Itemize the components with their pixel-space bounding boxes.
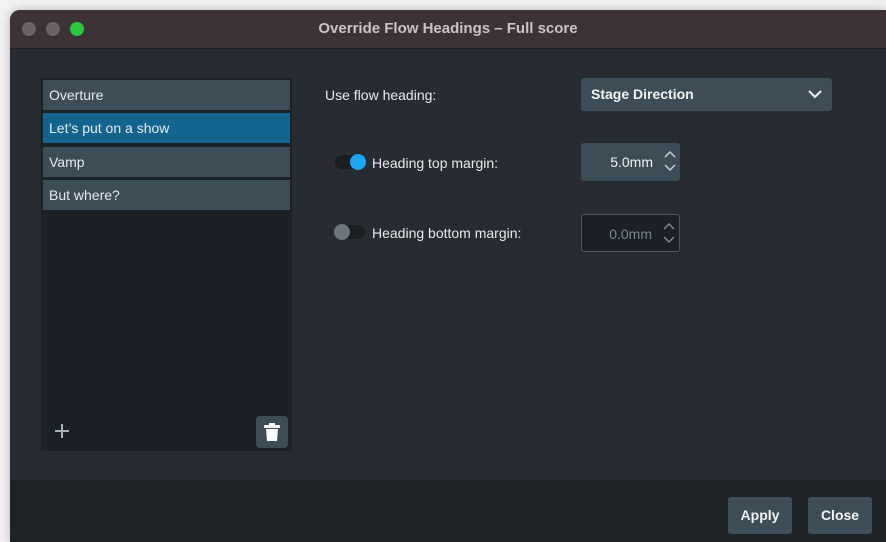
flow-heading-value: Stage Direction [591, 86, 694, 102]
dialog-button-bar: Apply Close [10, 480, 886, 542]
bottom-margin-value[interactable]: 0.0mm [609, 215, 652, 253]
top-margin-stepper[interactable]: 5.0mm [581, 143, 680, 181]
chevron-down-icon [808, 90, 822, 99]
flow-heading-select[interactable]: Stage Direction [581, 78, 832, 111]
toggle-knob [350, 154, 366, 170]
apply-button[interactable]: Apply [728, 497, 792, 534]
window-title: Override Flow Headings – Full score [318, 20, 578, 37]
use-flow-heading-label: Use flow heading: [325, 87, 437, 103]
chevron-up-icon[interactable] [662, 219, 676, 233]
flow-list-item[interactable]: Vamp [43, 147, 290, 177]
toggle-knob [334, 224, 350, 240]
dialog-window: Override Flow Headings – Full score Over… [10, 10, 886, 542]
top-margin-toggle[interactable] [335, 154, 366, 170]
chevron-down-icon[interactable] [663, 161, 677, 175]
trash-icon [264, 423, 280, 441]
top-margin-label: Heading top margin: [372, 155, 499, 171]
flow-list-item[interactable]: But where? [43, 180, 290, 210]
top-margin-value[interactable]: 5.0mm [610, 143, 653, 181]
flow-list-item-selected[interactable]: Let’s put on a show [43, 113, 290, 143]
flow-list-item[interactable]: Overture [43, 80, 290, 110]
bottom-margin-stepper[interactable]: 0.0mm [581, 214, 680, 252]
chevron-down-icon[interactable] [662, 233, 676, 247]
title-bar: Override Flow Headings – Full score [10, 10, 886, 49]
flow-list: Overture Let’s put on a show Vamp But wh… [41, 78, 292, 411]
flow-list-toolbar [41, 411, 292, 451]
stepper-arrows[interactable] [662, 219, 676, 249]
bottom-margin-toggle[interactable] [334, 224, 365, 240]
bottom-margin-label: Heading bottom margin: [372, 225, 522, 241]
plus-icon [55, 424, 69, 438]
close-button[interactable]: Close [808, 497, 872, 534]
stepper-arrows[interactable] [663, 147, 677, 177]
add-flow-button[interactable] [51, 417, 73, 445]
delete-flow-button[interactable] [256, 416, 288, 448]
chevron-up-icon[interactable] [663, 147, 677, 161]
